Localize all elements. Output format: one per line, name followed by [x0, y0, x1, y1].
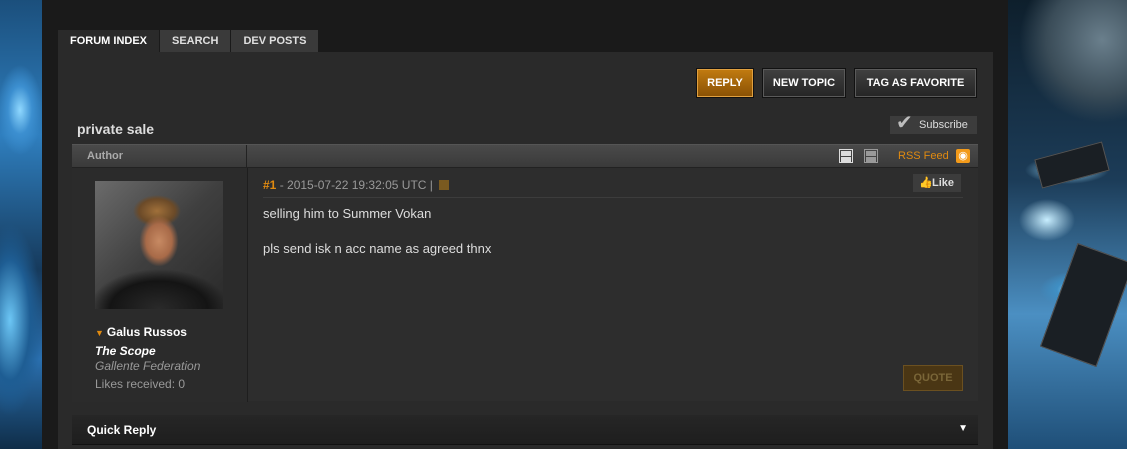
forum-tabs: FORUM INDEX SEARCH DEV POSTS	[58, 30, 319, 52]
new-topic-button[interactable]: NEW TOPIC	[763, 69, 845, 97]
post-meta: #1 - 2015-07-22 19:32:05 UTC |	[263, 178, 963, 198]
reply-button[interactable]: REPLY	[697, 69, 753, 97]
thread-title: private sale	[77, 121, 155, 137]
like-label: Like	[932, 177, 955, 189]
author-corporation[interactable]: The Scope	[95, 344, 156, 358]
author-column-header: Author	[72, 145, 247, 167]
background-left	[0, 0, 42, 449]
quote-button[interactable]: QUOTE	[903, 365, 963, 391]
layout-threaded-icon[interactable]	[839, 149, 853, 163]
likes-received: Likes received: 0	[95, 377, 186, 391]
avatar[interactable]	[95, 181, 223, 309]
rss-icon[interactable]: ◉	[956, 149, 970, 163]
subscribe-button[interactable]: ✔ Subscribe	[890, 112, 977, 134]
layout-flat-icon[interactable]	[864, 149, 878, 163]
post-line: selling him to Summer Vokan	[263, 206, 432, 221]
rss-feed-link[interactable]: RSS Feed	[898, 145, 949, 167]
quick-reply-bar[interactable]: Quick Reply ▼	[72, 415, 978, 445]
author-name[interactable]: ▼ Galus Russos	[95, 325, 187, 339]
thumbs-up-icon: 👍	[919, 177, 933, 189]
post-timestamp: - 2015-07-22 19:32:05 UTC |	[276, 178, 433, 192]
expand-arrow-icon[interactable]: ▼	[958, 423, 968, 434]
flag-icon[interactable]	[438, 180, 449, 190]
tag-favorite-button[interactable]: TAG AS FAVORITE	[855, 69, 976, 97]
author-faction[interactable]: Gallente Federation	[95, 359, 200, 373]
post-body: selling him to Summer Vokan pls send isk…	[263, 205, 491, 275]
caret-down-icon: ▼	[95, 328, 104, 338]
background-right	[1007, 0, 1127, 449]
ship-decoration	[1039, 243, 1127, 367]
subscribe-label: Subscribe	[919, 119, 968, 131]
posts-header: Author RSS Feed ◉	[72, 144, 978, 167]
tab-forum-index[interactable]: FORUM INDEX	[58, 30, 159, 52]
post-number[interactable]: #1	[263, 178, 276, 192]
tab-search[interactable]: SEARCH	[160, 30, 231, 52]
like-button[interactable]: 👍 Like	[913, 174, 961, 192]
post: ▼ Galus Russos The Scope Gallente Federat…	[72, 167, 978, 402]
quick-reply-label: Quick Reply	[87, 423, 157, 437]
subscribe-check-icon: ✔	[896, 112, 913, 134]
post-line: pls send isk n acc name as agreed thnx	[263, 241, 492, 256]
tab-dev-posts[interactable]: DEV POSTS	[231, 30, 319, 52]
ship-decoration	[1034, 141, 1110, 189]
author-name-text: Galus Russos	[106, 325, 187, 339]
post-author-panel: ▼ Galus Russos The Scope Gallente Federat…	[72, 168, 248, 402]
